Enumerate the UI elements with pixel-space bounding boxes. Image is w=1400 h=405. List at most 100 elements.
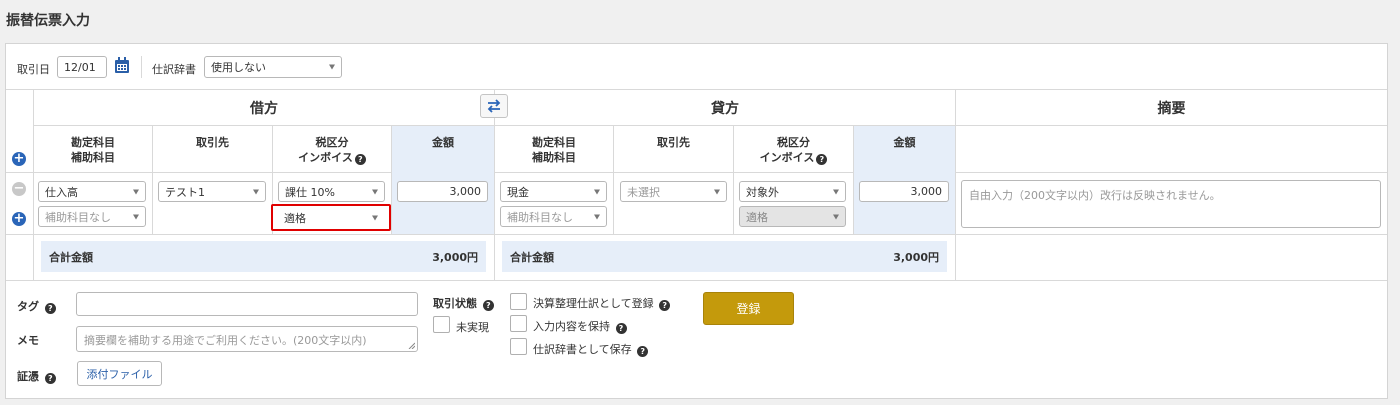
debit-tax-select[interactable]: 課仕 10% — [278, 181, 385, 202]
add-row-icon[interactable]: + — [12, 212, 26, 226]
tax-header-line2: インボイス — [759, 151, 815, 164]
row-divider — [6, 234, 1387, 235]
column-header-divider — [6, 172, 1387, 173]
credit-sub-account-select[interactable]: 補助科目なし — [500, 206, 607, 227]
help-icon[interactable]: ? — [354, 154, 366, 165]
credit-account-select[interactable]: 現金 — [500, 181, 607, 202]
memo-note-textarea[interactable]: 摘要欄を補助する用途でご利用ください。(200文字以内) — [76, 326, 418, 352]
save-dictionary-label-text: 仕訳辞書として保存 — [533, 343, 632, 356]
tag-label-text: タグ — [17, 300, 39, 313]
help-icon[interactable]: ? — [615, 323, 627, 334]
attach-file-button[interactable]: 添付ファイル — [77, 361, 162, 386]
debit-partner-header: 取引先 — [196, 136, 229, 149]
tag-label: タグ ? — [17, 298, 56, 314]
account-header-line2: 補助科目 — [71, 151, 115, 164]
page-title: 振替伝票入力 — [6, 13, 90, 29]
chevron-down-icon — [372, 215, 378, 220]
help-icon[interactable]: ? — [44, 373, 56, 384]
help-icon[interactable]: ? — [659, 300, 671, 311]
chevron-down-icon — [329, 64, 335, 70]
swap-arrows-icon — [487, 99, 501, 113]
memo-textarea[interactable]: 自由入力（200文字以内）改行は反映されません。 — [961, 180, 1381, 228]
total-divider — [6, 280, 1387, 281]
register-button[interactable]: 登録 — [703, 292, 794, 325]
remove-row-icon[interactable]: − — [12, 182, 26, 196]
add-row-top-icon[interactable]: + — [12, 152, 26, 166]
debit-partner-select[interactable]: テスト1 — [158, 181, 266, 202]
select-value: 現金 — [507, 185, 529, 199]
debit-tax-header: 税区分 インボイス? — [273, 135, 391, 165]
debit-invoice-select[interactable]: 適格 — [271, 204, 391, 231]
help-icon[interactable]: ? — [637, 346, 649, 357]
chevron-down-icon — [714, 189, 720, 194]
credit-tax-header: 税区分 インボイス? — [734, 135, 853, 165]
debit-account-select[interactable]: 仕入高 — [38, 181, 146, 202]
help-icon[interactable]: ? — [44, 303, 56, 314]
credit-partner-header: 取引先 — [657, 136, 690, 149]
status-label: 取引状態 ? — [433, 295, 494, 311]
select-value: 補助科目なし — [45, 210, 111, 224]
debit-header: 借方 — [250, 101, 278, 117]
tax-header-line1: 税区分 — [777, 136, 810, 149]
keep-input-checkbox[interactable] — [510, 315, 527, 332]
account-header-line1: 勘定科目 — [71, 136, 115, 149]
settlement-label: 決算整理仕訳として登録 ? — [533, 295, 671, 311]
credit-tax-select[interactable]: 対象外 — [739, 181, 846, 202]
toolbar-divider — [141, 56, 142, 78]
tax-header-line2: インボイス — [298, 151, 353, 164]
evidence-label: 証憑 ? — [17, 368, 56, 384]
help-icon[interactable]: ? — [816, 154, 828, 165]
help-icon[interactable]: ? — [482, 300, 494, 311]
credit-invoice-select: 適格 — [739, 206, 846, 227]
select-value: 補助科目なし — [507, 210, 573, 224]
debit-total-value: 3,000円 — [432, 250, 478, 264]
table-top-border — [6, 89, 1387, 90]
chevron-down-icon — [833, 214, 839, 219]
tag-input[interactable] — [76, 292, 418, 316]
status-label-text: 取引状態 — [433, 297, 477, 310]
select-value: 適格 — [284, 211, 306, 225]
memo-header: 摘要 — [1157, 101, 1186, 117]
dictionary-select-value: 使用しない — [211, 61, 266, 74]
debit-account-header: 勘定科目 補助科目 — [34, 135, 152, 165]
debit-total-label: 合計金額 — [49, 250, 93, 264]
dictionary-select[interactable]: 使用しない — [204, 56, 342, 78]
save-dictionary-label: 仕訳辞書として保存 ? — [533, 341, 649, 357]
debit-amount-header: 金額 — [432, 136, 454, 149]
account-header-line2: 補助科目 — [532, 151, 576, 164]
select-value: 未選択 — [627, 185, 660, 199]
save-dictionary-checkbox[interactable] — [510, 338, 527, 355]
date-input[interactable]: 12/01 — [57, 56, 107, 78]
dictionary-label: 仕訳辞書 — [152, 63, 196, 76]
evidence-label-text: 証憑 — [17, 370, 39, 383]
settlement-checkbox[interactable] — [510, 293, 527, 310]
credit-total-label: 合計金額 — [510, 250, 554, 264]
select-value: 仕入高 — [45, 185, 78, 199]
credit-total-value: 3,000円 — [893, 250, 939, 264]
chevron-down-icon — [594, 189, 600, 194]
unrealized-checkbox[interactable] — [433, 316, 450, 333]
chevron-down-icon — [133, 214, 139, 219]
select-value: 適格 — [746, 210, 768, 224]
keep-input-label: 入力内容を保持 ? — [533, 318, 627, 334]
memo-label: メモ — [17, 334, 39, 347]
credit-total-bar: 合計金額 3,000円 — [502, 241, 947, 272]
resize-grip-icon — [408, 342, 415, 349]
chevron-down-icon — [253, 189, 259, 194]
debit-amount-input[interactable]: 3,000 — [397, 181, 488, 202]
calendar-icon[interactable] — [114, 57, 130, 74]
unrealized-label: 未実現 — [456, 321, 489, 334]
chevron-down-icon — [372, 189, 378, 194]
swap-debit-credit-button[interactable] — [480, 94, 508, 118]
credit-header: 貸方 — [711, 101, 739, 117]
debit-sub-account-select[interactable]: 補助科目なし — [38, 206, 146, 227]
chevron-down-icon — [833, 189, 839, 194]
credit-partner-select[interactable]: 未選択 — [620, 181, 727, 202]
chevron-down-icon — [133, 189, 139, 194]
keep-input-label-text: 入力内容を保持 — [533, 320, 610, 333]
credit-amount-input[interactable]: 3,000 — [859, 181, 949, 202]
settlement-label-text: 決算整理仕訳として登録 — [533, 297, 654, 310]
select-value: 課仕 10% — [285, 185, 335, 199]
header-divider — [33, 125, 1387, 126]
memo-note-placeholder: 摘要欄を補助する用途でご利用ください。(200文字以内) — [84, 334, 367, 347]
